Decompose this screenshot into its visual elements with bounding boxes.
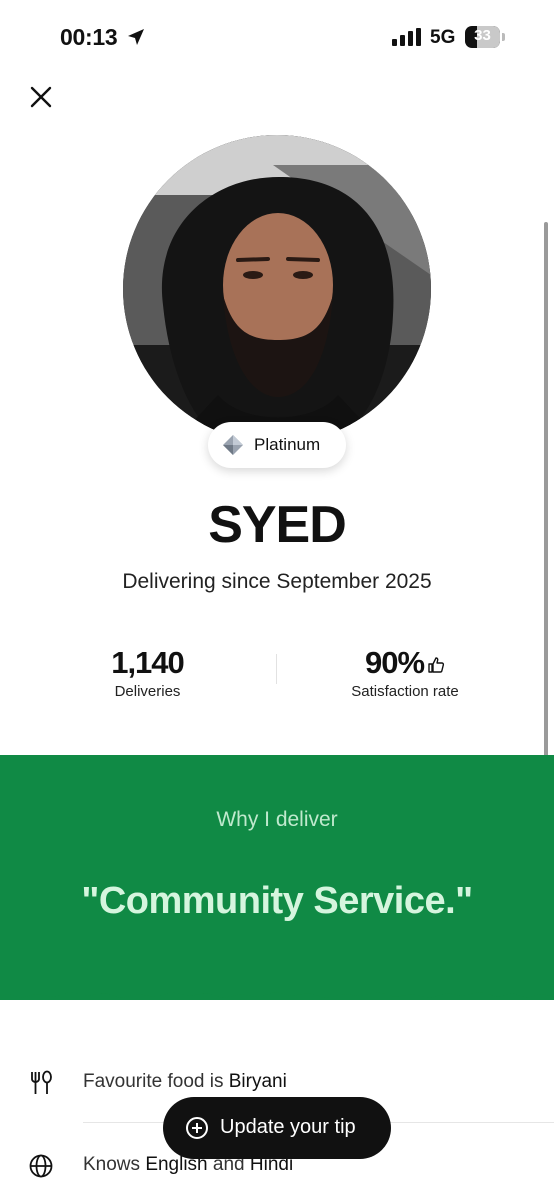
stats-divider (276, 654, 277, 684)
stat-deliveries: 1,140 Deliveries (80, 645, 215, 700)
stat-satisfaction: 90% Satisfaction rate (330, 645, 480, 700)
update-tip-button[interactable]: Update your tip (163, 1097, 391, 1159)
why-quote: "Community Service." (81, 880, 473, 922)
diamond-icon (223, 435, 243, 455)
status-time: 00:13 (60, 24, 118, 50)
tier-label: Platinum (254, 435, 321, 454)
torn-paper-edge (0, 982, 554, 998)
satisfaction-label: Satisfaction rate (351, 683, 459, 700)
update-tip-label: Update your tip (220, 1116, 356, 1138)
why-label: Why I deliver (216, 808, 338, 831)
deliveries-count: 1,140 (111, 645, 185, 680)
delivering-since: Delivering since September 2025 (122, 570, 432, 593)
status-bar: 00:13 5G 33 (0, 0, 554, 70)
globe-icon (29, 1154, 53, 1178)
thumbs-up-icon (428, 657, 445, 673)
why-banner (0, 755, 554, 1000)
favourite-food-text: Favourite food is Biryani (83, 1071, 287, 1093)
battery-indicator: 33 (465, 26, 505, 48)
profile-photo (123, 135, 431, 443)
favourite-food-prefix: Favourite food is (83, 1071, 229, 1092)
battery-level: 33 (474, 27, 491, 44)
close-icon[interactable] (26, 82, 56, 112)
languages-prefix: Knows (83, 1154, 146, 1175)
satisfaction-value-row: 90% (330, 645, 480, 681)
plus-circle-icon (186, 1117, 208, 1139)
network-label: 5G (430, 27, 456, 48)
deliveries-label: Deliveries (114, 683, 181, 700)
avatar (123, 135, 431, 443)
signal-bars-icon (392, 28, 421, 46)
fork-knife-icon (31, 1070, 52, 1094)
location-arrow-icon (128, 29, 144, 45)
favourite-food-value: Biryani (228, 1071, 287, 1092)
tier-badge: Platinum (208, 422, 346, 468)
driver-name: SYED (208, 496, 347, 554)
languages-row: Knows English and Hindi (0, 1153, 554, 1200)
satisfaction-value: 90% (364, 645, 425, 680)
